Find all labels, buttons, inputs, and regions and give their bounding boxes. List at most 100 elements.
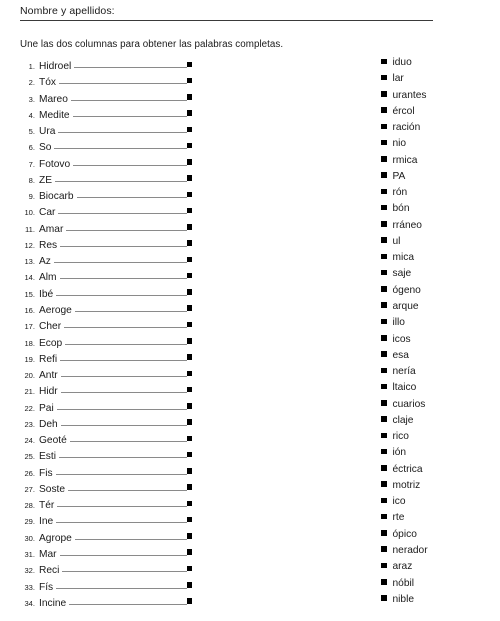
answer-line[interactable]	[60, 366, 188, 378]
prefix-connector-square-icon[interactable]	[186, 533, 192, 539]
suffix-connector-square-icon[interactable]	[381, 58, 387, 64]
suffix-connector-square-icon[interactable]	[381, 432, 387, 439]
prefix-connector-square-icon[interactable]	[186, 419, 192, 425]
answer-line[interactable]	[56, 285, 187, 297]
answer-line[interactable]	[56, 512, 187, 524]
suffix-connector-square-icon[interactable]	[381, 416, 387, 422]
suffix-connector-square-icon[interactable]	[381, 204, 387, 211]
suffix-connector-square-icon[interactable]	[381, 253, 387, 260]
answer-line[interactable]	[58, 203, 187, 215]
prefix-connector-square-icon[interactable]	[186, 256, 192, 263]
answer-line[interactable]	[64, 317, 187, 329]
prefix-connector-square-icon[interactable]	[186, 224, 192, 230]
prefix-connector-square-icon[interactable]	[186, 468, 192, 474]
prefix-connector-square-icon[interactable]	[186, 354, 192, 360]
prefix-connector-square-icon[interactable]	[186, 110, 192, 116]
answer-line[interactable]	[62, 561, 187, 573]
prefix-connector-square-icon[interactable]	[186, 451, 192, 458]
suffix-connector-square-icon[interactable]	[381, 335, 387, 341]
suffix-connector-square-icon[interactable]	[381, 497, 387, 504]
answer-line[interactable]	[66, 220, 187, 232]
suffix-connector-square-icon[interactable]	[381, 530, 387, 536]
suffix-connector-square-icon[interactable]	[381, 562, 387, 569]
prefix-connector-square-icon[interactable]	[186, 94, 192, 100]
answer-line[interactable]	[76, 187, 188, 199]
suffix-connector-square-icon[interactable]	[381, 123, 387, 130]
prefix-connector-square-icon[interactable]	[186, 305, 192, 311]
answer-line[interactable]	[55, 171, 187, 183]
student-name-writing-line[interactable]	[20, 20, 433, 21]
prefix-connector-square-icon[interactable]	[186, 175, 192, 181]
answer-line[interactable]	[74, 301, 188, 313]
answer-line[interactable]	[60, 382, 188, 394]
prefix-connector-square-icon[interactable]	[186, 435, 192, 442]
answer-line[interactable]	[57, 496, 187, 508]
suffix-connector-square-icon[interactable]	[381, 481, 387, 487]
answer-line[interactable]	[65, 334, 187, 346]
suffix-connector-square-icon[interactable]	[381, 286, 387, 292]
prefix-connector-square-icon[interactable]	[186, 338, 192, 344]
answer-line[interactable]	[73, 155, 187, 167]
suffix-connector-square-icon[interactable]	[381, 465, 387, 471]
answer-line[interactable]	[72, 106, 188, 118]
answer-line[interactable]	[59, 545, 188, 557]
prefix-connector-square-icon[interactable]	[186, 191, 192, 198]
prefix-connector-square-icon[interactable]	[186, 549, 192, 555]
prefix-connector-square-icon[interactable]	[186, 61, 192, 67]
answer-line[interactable]	[60, 236, 187, 248]
answer-line[interactable]	[74, 57, 187, 69]
suffix-connector-square-icon[interactable]	[381, 513, 387, 520]
prefix-connector-square-icon[interactable]	[186, 77, 192, 84]
prefix-connector-square-icon[interactable]	[186, 159, 192, 165]
suffix-connector-square-icon[interactable]	[381, 383, 387, 390]
prefix-connector-square-icon[interactable]	[186, 565, 192, 572]
answer-line[interactable]	[60, 350, 187, 362]
answer-line[interactable]	[58, 447, 188, 459]
prefix-connector-square-icon[interactable]	[186, 484, 192, 490]
suffix-connector-square-icon[interactable]	[381, 448, 387, 455]
suffix-connector-square-icon[interactable]	[381, 269, 387, 276]
prefix-connector-square-icon[interactable]	[186, 598, 192, 604]
prefix-connector-square-icon[interactable]	[186, 516, 192, 523]
suffix-connector-square-icon[interactable]	[381, 400, 387, 406]
suffix-connector-square-icon[interactable]	[381, 318, 387, 325]
answer-line[interactable]	[53, 252, 188, 264]
answer-line[interactable]	[74, 529, 188, 541]
answer-line[interactable]	[69, 594, 187, 606]
prefix-connector-square-icon[interactable]	[186, 500, 192, 507]
suffix-connector-square-icon[interactable]	[381, 156, 387, 162]
prefix-connector-square-icon[interactable]	[186, 272, 192, 279]
prefix-connector-square-icon[interactable]	[186, 240, 192, 246]
answer-line[interactable]	[56, 399, 188, 411]
answer-line[interactable]	[56, 578, 187, 590]
answer-line[interactable]	[59, 268, 188, 280]
suffix-connector-square-icon[interactable]	[381, 351, 387, 357]
suffix-connector-square-icon[interactable]	[381, 172, 387, 178]
prefix-connector-square-icon[interactable]	[186, 321, 192, 328]
prefix-connector-square-icon[interactable]	[186, 370, 192, 377]
prefix-connector-square-icon[interactable]	[186, 582, 192, 588]
answer-line[interactable]	[55, 464, 188, 476]
answer-line[interactable]	[54, 138, 187, 150]
answer-line[interactable]	[60, 415, 188, 427]
prefix-connector-square-icon[interactable]	[186, 403, 192, 409]
suffix-connector-square-icon[interactable]	[381, 91, 387, 97]
suffix-connector-square-icon[interactable]	[381, 546, 387, 552]
prefix-connector-square-icon[interactable]	[186, 386, 192, 393]
prefix-connector-square-icon[interactable]	[186, 142, 192, 149]
suffix-connector-square-icon[interactable]	[381, 188, 387, 195]
suffix-connector-square-icon[interactable]	[381, 139, 387, 146]
suffix-connector-square-icon[interactable]	[381, 237, 387, 243]
prefix-connector-square-icon[interactable]	[186, 207, 192, 214]
answer-line[interactable]	[70, 90, 188, 102]
suffix-connector-square-icon[interactable]	[381, 367, 387, 374]
suffix-connector-square-icon[interactable]	[381, 107, 387, 113]
answer-line[interactable]	[58, 122, 187, 134]
suffix-connector-square-icon[interactable]	[381, 579, 387, 585]
suffix-connector-square-icon[interactable]	[381, 221, 387, 227]
answer-line[interactable]	[68, 480, 187, 492]
prefix-connector-square-icon[interactable]	[186, 289, 192, 295]
suffix-connector-square-icon[interactable]	[381, 595, 387, 601]
suffix-connector-square-icon[interactable]	[381, 302, 387, 308]
prefix-connector-square-icon[interactable]	[186, 126, 192, 133]
